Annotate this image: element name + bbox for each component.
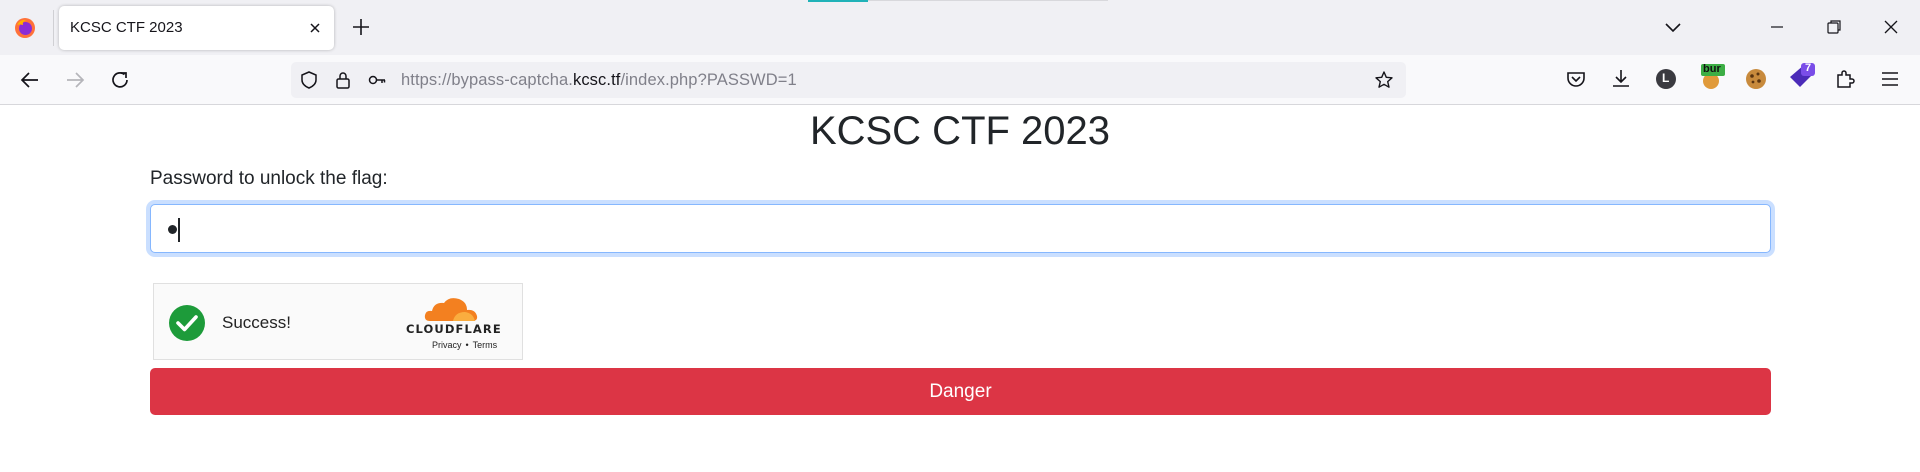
password-mask-dot	[168, 225, 177, 234]
extensions-puzzle-icon[interactable]	[1833, 67, 1857, 91]
active-tab[interactable]: KCSC CTF 2023	[59, 6, 334, 50]
restore-window-icon[interactable]	[1823, 16, 1845, 38]
cloudflare-turnstile-widget[interactable]: Success! CLOUDFLARE Privacy • Terms	[153, 283, 523, 360]
account-letter: L	[1662, 71, 1670, 85]
tracking-shield-icon[interactable]	[299, 70, 319, 90]
tab-title: KCSC CTF 2023	[70, 19, 183, 36]
loading-indicator	[808, 0, 868, 2]
burp-badge-text: bur	[1703, 63, 1721, 75]
url-bar[interactable]: https://bypass-captcha.kcsc.tf/index.php…	[291, 62, 1406, 98]
page-content: KCSC CTF 2023 Password to unlock the fla…	[0, 106, 1920, 472]
download-icon[interactable]	[1609, 67, 1633, 91]
menu-icon[interactable]	[1878, 67, 1902, 91]
url-host: kcsc.tf	[572, 71, 621, 89]
url-text[interactable]: https://bypass-captcha.kcsc.tf/index.php…	[401, 71, 797, 90]
firefox-logo-icon[interactable]	[14, 17, 36, 39]
password-input[interactable]	[150, 204, 1771, 253]
cookie-extension-icon[interactable]	[1744, 67, 1768, 91]
danger-submit-button[interactable]: Danger	[150, 368, 1771, 415]
privacy-link[interactable]: Privacy	[432, 340, 462, 350]
url-path: /index.php?PASSWD=1	[620, 71, 797, 89]
reload-icon[interactable]	[108, 68, 132, 92]
back-arrow-icon[interactable]	[18, 68, 42, 92]
link-separator: •	[465, 340, 469, 350]
navigation-bar: https://bypass-captcha.kcsc.tf/index.php…	[0, 55, 1920, 105]
burp-extension-icon[interactable]: bur	[1699, 63, 1727, 91]
tab-strip-edge	[868, 0, 1108, 1]
captcha-status: Success!	[222, 313, 291, 332]
text-caret	[178, 218, 180, 242]
minimize-window-icon[interactable]	[1766, 16, 1788, 38]
password-label: Password to unlock the flag:	[150, 168, 388, 189]
pocket-icon[interactable]	[1564, 67, 1588, 91]
cloudflare-wordmark[interactable]: CLOUDFLARE	[406, 322, 502, 336]
notification-count: 7	[1805, 62, 1812, 74]
account-l-icon[interactable]: L	[1654, 67, 1678, 91]
tab-divider	[53, 10, 54, 46]
extension-badge-icon[interactable]: 7	[1787, 62, 1817, 93]
lock-icon[interactable]	[333, 70, 353, 90]
new-tab-icon[interactable]	[350, 16, 372, 38]
close-window-icon[interactable]	[1880, 16, 1902, 38]
tab-strip: KCSC CTF 2023	[0, 0, 1920, 55]
forward-arrow-icon[interactable]	[63, 68, 87, 92]
terms-link[interactable]: Terms	[473, 340, 498, 350]
cloudflare-links: Privacy • Terms	[430, 340, 499, 350]
cloudflare-cloud-icon[interactable]	[420, 295, 482, 323]
success-check-icon	[169, 305, 205, 341]
bookmark-star-icon[interactable]	[1374, 70, 1394, 90]
key-icon[interactable]	[367, 70, 387, 90]
url-scheme-prefix: https://bypass-captcha.	[401, 71, 573, 89]
page-title: KCSC CTF 2023	[809, 109, 1111, 153]
close-tab-icon[interactable]	[306, 19, 324, 37]
chevron-down-icon[interactable]	[1662, 16, 1684, 38]
